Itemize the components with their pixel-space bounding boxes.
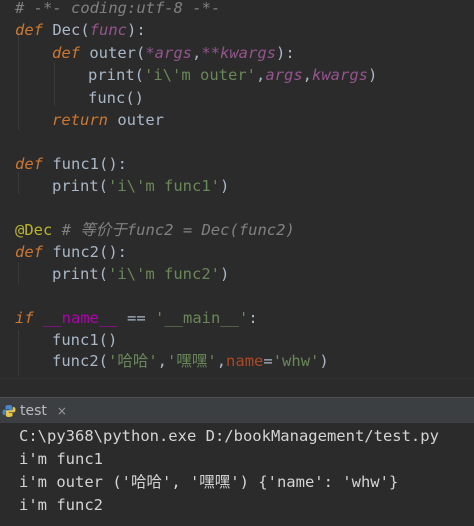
run-tab-label: test — [20, 402, 47, 419]
code-line: func() — [88, 89, 144, 107]
code-line: # -*- coding:utf-8 -*- — [15, 0, 221, 17]
code-line: print('i\'m func1') — [52, 177, 230, 195]
code-line: func2('哈哈','嘿嘿',name='whw') — [52, 352, 329, 370]
code-line: def outer(*args,**kwargs): — [52, 44, 295, 62]
console-line: i'm func1 — [19, 450, 103, 468]
indent-guide — [54, 62, 55, 106]
console-line: i'm outer ('哈哈', '嘿嘿') {'name': 'whw'} — [19, 473, 399, 491]
run-tool-window-header: test × — [0, 397, 474, 424]
code-line: print('i\'m func2') — [52, 265, 230, 283]
python-file-icon — [2, 404, 16, 418]
code-editor[interactable]: # -*- coding:utf-8 -*- def Dec(func): de… — [0, 0, 474, 378]
code-line: @Dec # 等价于func2 = Dec(func2) — [15, 221, 295, 239]
code-line: def func1(): — [15, 155, 127, 173]
code-line: print('i\'m outer',args,kwargs) — [88, 66, 378, 84]
indent-guide — [18, 172, 19, 194]
close-icon[interactable]: × — [57, 404, 67, 418]
console-line: i'm func2 — [19, 496, 103, 514]
run-console-output[interactable]: C:\py368\python.exe D:/bookManagement/te… — [0, 423, 474, 526]
indent-guide — [18, 28, 19, 130]
code-line: def Dec(func): — [15, 21, 146, 39]
indent-guide — [18, 262, 19, 284]
indent-guide — [18, 330, 19, 376]
console-line: C:\py368\python.exe D:/bookManagement/te… — [19, 427, 439, 445]
run-tab-test[interactable]: test × — [0, 398, 75, 423]
code-line: if __name__ == '__main__': — [15, 309, 258, 327]
code-line: return outer — [52, 111, 164, 129]
panel-divider[interactable] — [0, 378, 474, 398]
code-line: func1() — [52, 331, 118, 349]
code-line: def func2(): — [15, 243, 127, 261]
